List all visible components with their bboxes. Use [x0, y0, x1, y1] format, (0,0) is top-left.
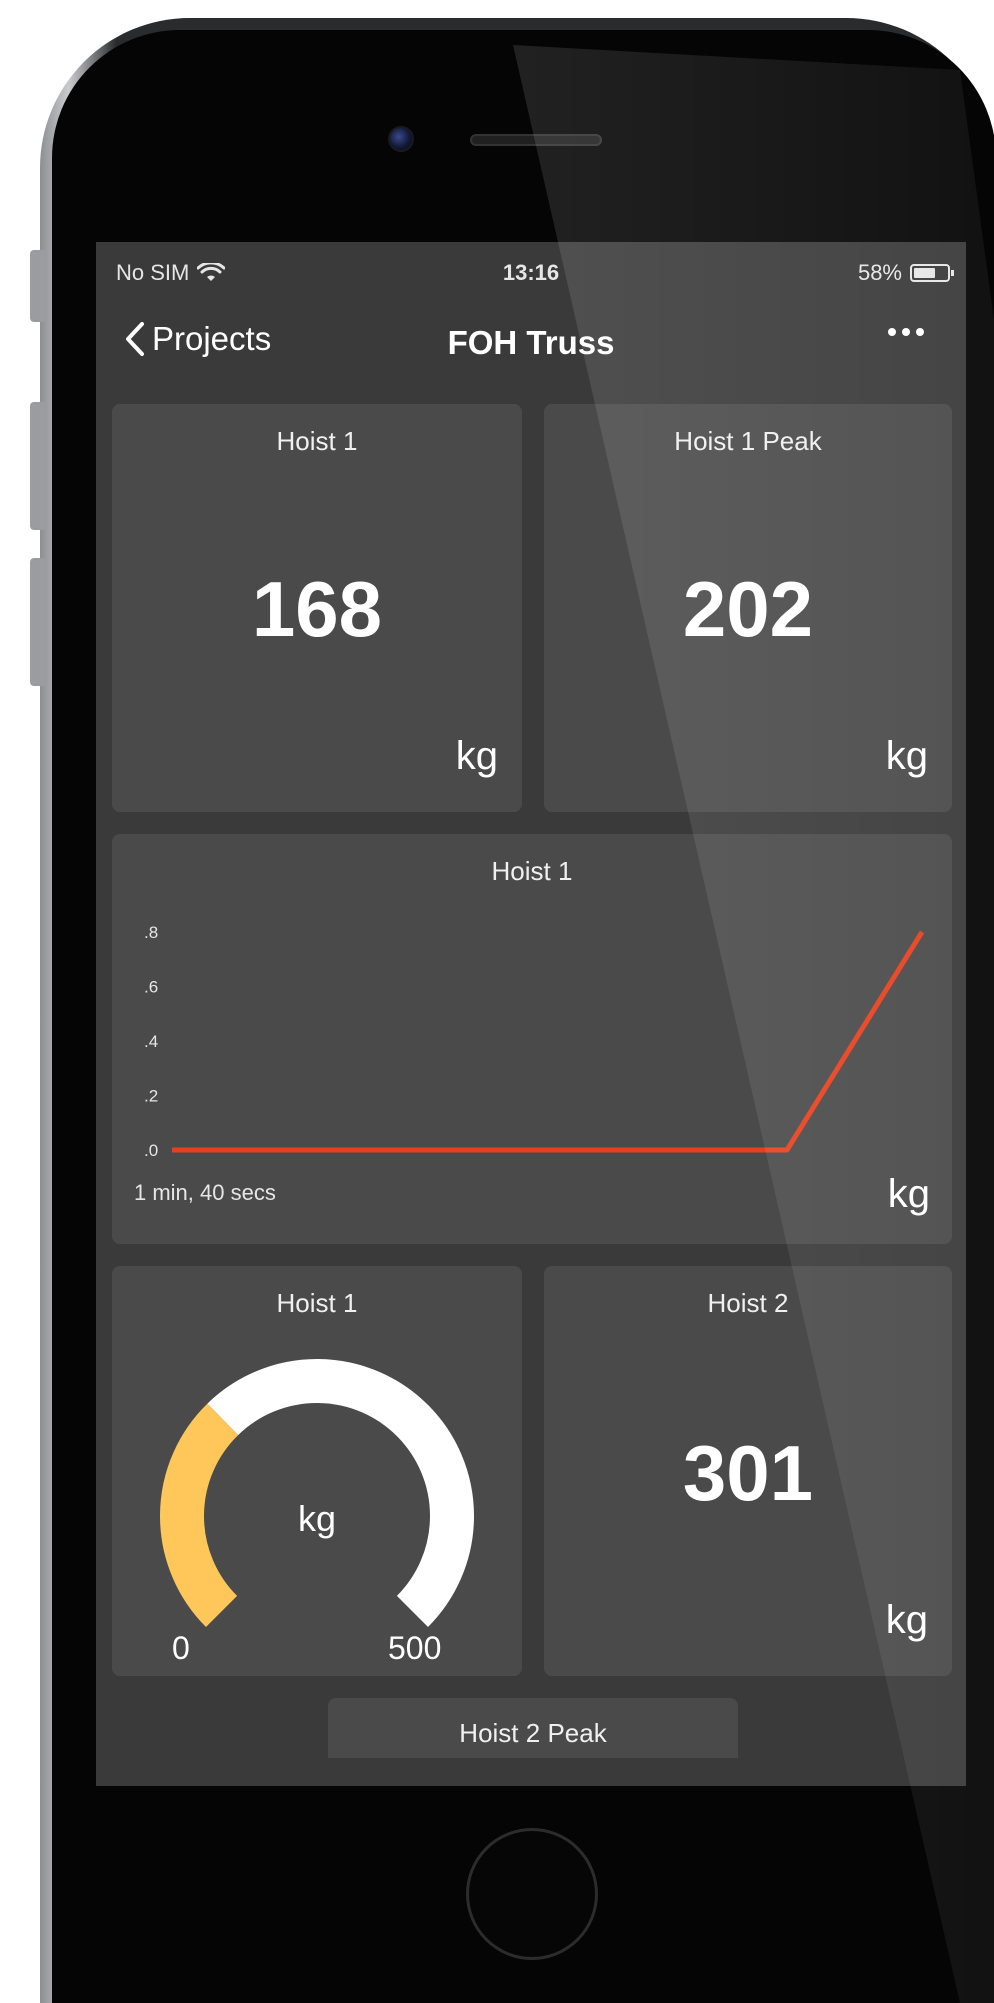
- gauge-track: [207, 1359, 474, 1627]
- tile-value: 168: [251, 565, 383, 653]
- tile-value: 301: [682, 1429, 814, 1517]
- tile-unit: kg: [885, 1598, 928, 1642]
- navigation-bar: Projects FOH Truss: [96, 304, 966, 388]
- y-tick-label: .8: [144, 923, 158, 942]
- front-camera: [388, 126, 414, 152]
- hoist2-value-tile[interactable]: Hoist 2 301 kg: [544, 1266, 952, 1676]
- tile-title: Hoist 2: [707, 1288, 789, 1318]
- y-tick-label: .4: [144, 1032, 158, 1051]
- y-tick-label: .6: [144, 978, 158, 997]
- hoist1-value-tile[interactable]: Hoist 1 168 kg: [112, 404, 522, 812]
- ellipsis-icon-dot: [916, 328, 924, 336]
- tile-unit: kg: [885, 734, 928, 778]
- status-battery: 58%: [857, 260, 954, 286]
- gauge-unit: kg: [297, 1498, 337, 1539]
- status-time: 13:16: [502, 260, 560, 285]
- tile-unit: kg: [455, 734, 498, 778]
- gauge-min-label: 0: [172, 1630, 190, 1666]
- home-button[interactable]: [466, 1828, 598, 1960]
- hoist2-peak-tile[interactable]: Hoist 2 Peak: [328, 1698, 738, 1758]
- chart-unit: kg: [887, 1172, 930, 1216]
- page-title: FOH Truss: [447, 324, 615, 361]
- hoist1-gauge-tile[interactable]: Hoist 1 kg 0 500: [112, 1266, 522, 1676]
- battery-icon: [910, 264, 954, 282]
- series-line: [172, 930, 925, 1153]
- y-tick-label: .0: [144, 1141, 158, 1160]
- more-button[interactable]: [888, 328, 924, 336]
- tile-title: Hoist 1 Peak: [674, 426, 822, 456]
- ellipsis-icon-dot: [888, 328, 896, 336]
- ellipsis-icon-dot: [902, 328, 910, 336]
- tile-title: Hoist 1: [276, 426, 358, 456]
- earpiece-speaker: [470, 134, 602, 146]
- hoist1-chart-tile[interactable]: Hoist 1 .8.6.4.2.0 1 min, 40 secs kg: [112, 834, 952, 1244]
- app-screen: No SIM 13:16 58% Projects FOH Truss Hois…: [96, 242, 966, 1786]
- status-bar: No SIM 13:16 58%: [96, 242, 966, 304]
- hoist1-peak-tile[interactable]: Hoist 1 Peak 202 kg: [544, 404, 952, 812]
- battery-percent: 58%: [857, 260, 902, 285]
- gauge-dial: [160, 1359, 474, 1628]
- tile-value: 202: [682, 565, 814, 653]
- mute-switch: [30, 250, 46, 322]
- chart-time-span: 1 min, 40 secs: [134, 1180, 276, 1205]
- y-tick-label: .2: [144, 1087, 158, 1106]
- volume-down-button: [30, 558, 46, 686]
- volume-up-button: [30, 402, 46, 530]
- gauge-max-label: 500: [388, 1630, 442, 1666]
- tile-title: Hoist 2 Peak: [459, 1718, 607, 1748]
